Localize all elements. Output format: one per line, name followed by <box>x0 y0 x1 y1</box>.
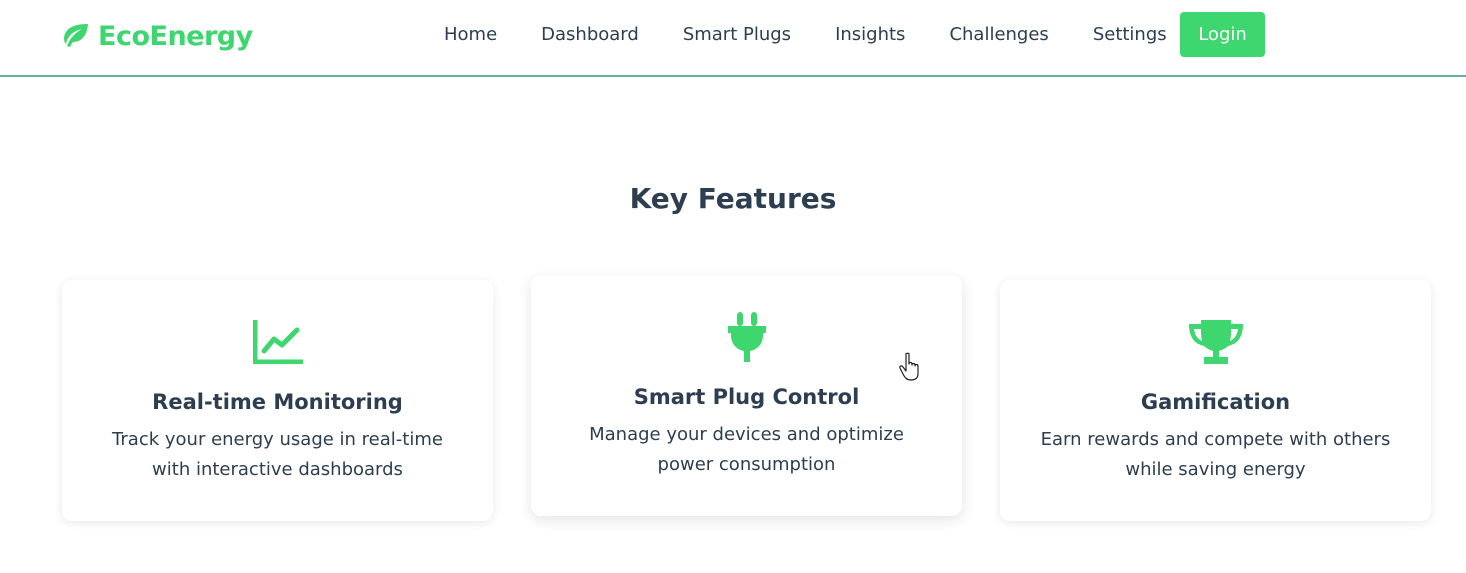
section-title: Key Features <box>629 182 837 215</box>
leaf-icon <box>60 23 90 49</box>
nav-link-smart-plugs[interactable]: Smart Plugs <box>683 24 791 45</box>
chart-line-icon <box>62 320 493 364</box>
trophy-icon <box>1000 320 1431 368</box>
feature-card-smart-plug[interactable]: Smart Plug Control Manage your devices a… <box>531 275 962 516</box>
nav-link-home[interactable]: Home <box>444 24 497 45</box>
feature-card-title: Smart Plug Control <box>633 385 860 409</box>
feature-card-title: Gamification <box>1140 390 1291 414</box>
nav-link-settings[interactable]: Settings <box>1093 24 1167 45</box>
feature-card-description: Earn rewards and compete with others whi… <box>1040 429 1391 480</box>
hand-cursor-icon <box>899 352 919 381</box>
brand-logo[interactable]: EcoEnergy <box>60 18 253 54</box>
feature-card-title: Real-time Monitoring <box>152 390 403 414</box>
feature-card-description: Manage your devices and optimize power c… <box>589 424 904 475</box>
nav-links: Home Dashboard Smart Plugs Insights Chal… <box>444 12 1211 57</box>
nav-link-insights[interactable]: Insights <box>835 24 905 45</box>
feature-card-gamification[interactable]: Gamification Earn rewards and compete wi… <box>1000 280 1431 521</box>
nav-link-challenges[interactable]: Challenges <box>949 24 1048 45</box>
feature-card-monitoring[interactable]: Real-time Monitoring Track your energy u… <box>62 280 493 521</box>
feature-card-description: Track your energy usage in real-time wit… <box>112 429 443 480</box>
brand-name: EcoEnergy <box>98 20 253 52</box>
nav-link-dashboard[interactable]: Dashboard <box>541 24 639 45</box>
login-button[interactable]: Login <box>1180 12 1265 57</box>
navbar: EcoEnergy Home Dashboard Smart Plugs Ins… <box>0 0 1466 77</box>
